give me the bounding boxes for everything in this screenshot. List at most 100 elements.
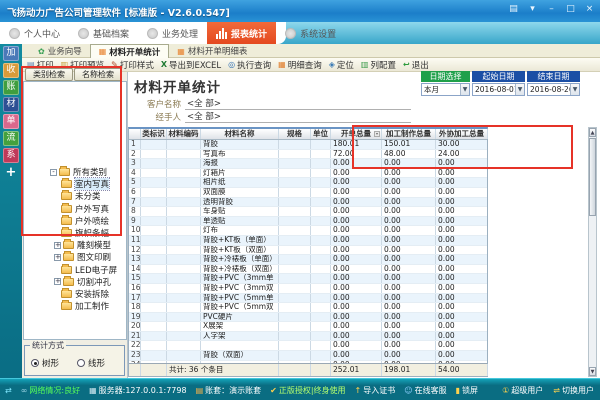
column-header-类标识[interactable]: 类标识 <box>141 129 167 139</box>
table-row[interactable]: 7透明背胶0.000.000.00 <box>129 198 487 208</box>
skin-icon[interactable]: ▾ <box>526 3 539 16</box>
status-导入证书[interactable]: ↑导入证书 <box>355 385 396 396</box>
date-select-2[interactable]: 2016-08-26▼ <box>527 83 580 96</box>
column-header-单位[interactable]: 单位 <box>311 129 331 139</box>
radio-label: 树形 <box>42 357 59 369</box>
table-row[interactable]: 8车身贴0.000.000.00 <box>129 207 487 217</box>
column-header-外协加工总量[interactable]: 外协加工总量 <box>436 129 488 139</box>
collapse-icon[interactable]: - <box>50 169 57 176</box>
toolbar-button-退出[interactable]: ↩退出 <box>403 59 429 71</box>
table-vertical-scrollbar[interactable]: ▲ ▼ <box>588 127 597 377</box>
column-header-rownum[interactable] <box>129 129 141 139</box>
radio-线形[interactable]: 线形 <box>77 357 105 369</box>
minimize-icon[interactable]: – <box>545 3 558 16</box>
process-qty-cell: 0.00 <box>382 207 436 216</box>
sort-indicator-icon[interactable]: ▾ <box>374 131 380 137</box>
nav-item-业务处理[interactable]: 业务处理 <box>138 22 207 44</box>
side-tab-系[interactable]: 系 <box>3 148 19 163</box>
table-row[interactable]: 10灯布0.000.000.00 <box>129 226 487 236</box>
expand-icon[interactable]: + <box>54 254 61 261</box>
table-cell <box>141 274 167 283</box>
table-row[interactable]: 19PVC硬片0.000.000.00 <box>129 313 487 323</box>
outsource-qty-cell: 0.00 <box>436 246 487 255</box>
status-超级用户[interactable]: ①超级用户 <box>502 385 543 396</box>
table-header-row[interactable]: 类标识材料编码材料名称规格单位开单总量▾加工制作总量外协加工总量 <box>129 129 487 140</box>
table-row[interactable]: 9单透贴0.000.000.00 <box>129 217 487 227</box>
close-icon[interactable]: × <box>583 3 596 16</box>
status-切换用户[interactable]: ⇌切换用户 <box>553 385 594 396</box>
chevron-down-icon[interactable]: ▼ <box>460 84 469 95</box>
status-服务器:127.0.0.1:7798[interactable]: ▦服务器:127.0.0.1:7798 <box>89 385 186 396</box>
side-tab-add[interactable]: + <box>3 165 19 180</box>
chevron-down-icon[interactable]: ▼ <box>570 84 579 95</box>
side-tab-单[interactable]: 单 <box>3 114 19 129</box>
table-row[interactable]: 16背胶+PVC（3mm双0.000.000.00 <box>129 284 487 294</box>
table-row[interactable]: 220.000.000.00 <box>129 341 487 351</box>
status-sync-icon[interactable]: ⇄ <box>5 386 12 395</box>
status-锁屏[interactable]: ▮锁屏 <box>456 385 478 396</box>
date-select-0[interactable]: 本月▼ <box>421 83 470 96</box>
date-select-1[interactable]: 2016-08-01▼ <box>472 83 525 96</box>
column-header-材料编码[interactable]: 材料编码 <box>167 129 201 139</box>
column-header-加工制作总量[interactable]: 加工制作总量 <box>382 129 436 139</box>
chevron-down-icon[interactable]: ▼ <box>515 84 524 95</box>
toolbar-button-明细查询[interactable]: ▦明细查询 <box>278 59 322 71</box>
status-网络情况:良好[interactable]: ∞网络情况:良好 <box>21 385 80 396</box>
side-tab-流[interactable]: 流 <box>3 131 19 146</box>
search-tab-类别检索[interactable]: 类别检索 <box>25 68 73 81</box>
table-cell <box>311 246 331 255</box>
table-row[interactable]: 14背胶+冷裱板（双面）0.000.000.00 <box>129 265 487 275</box>
side-tab-材[interactable]: 材 <box>3 97 19 112</box>
status-正版授权|终身使用[interactable]: ✔正版授权|终身使用 <box>270 385 345 396</box>
table-row[interactable]: 6双面膜0.000.000.00 <box>129 188 487 198</box>
tab-业务向导[interactable]: ✿业务向导 <box>30 44 90 58</box>
nav-item-基础档案[interactable]: 基础档案 <box>69 22 138 44</box>
table-row[interactable]: 13背胶+冷裱板（单面）0.000.000.00 <box>129 255 487 265</box>
process-qty-cell: 0.00 <box>382 284 436 293</box>
scroll-up-icon[interactable]: ▲ <box>589 128 596 137</box>
status-在线客服[interactable]: ☺在线客服 <box>404 385 446 396</box>
table-row[interactable]: 3海报0.000.000.00 <box>129 159 487 169</box>
outsource-qty-cell: 0.00 <box>436 255 487 264</box>
filter-value[interactable]: <全 部> <box>185 110 411 123</box>
table-row[interactable]: 1背胶180.01150.0130.00 <box>129 140 487 150</box>
page-icon[interactable]: ▤ <box>507 3 520 16</box>
expand-icon[interactable]: + <box>54 278 61 285</box>
table-row[interactable]: 5相片纸0.000.000.00 <box>129 178 487 188</box>
table-row[interactable]: 4灯箱片0.000.000.00 <box>129 169 487 179</box>
maximize-icon[interactable]: □ <box>564 3 577 16</box>
nav-item-系统设置[interactable]: 系统设置 <box>276 22 345 44</box>
table-row[interactable]: 20X展架0.000.000.00 <box>129 322 487 332</box>
table-row[interactable]: 15背胶+PVC（3mm单0.000.000.00 <box>129 274 487 284</box>
filter-value[interactable]: <全 部> <box>185 97 411 110</box>
column-header-规格[interactable]: 规格 <box>279 129 311 139</box>
tab-材料开单统计[interactable]: ▦材料开单统计 <box>90 44 170 58</box>
toolbar-button-定位[interactable]: ◈定位 <box>329 59 354 71</box>
scroll-down-icon[interactable]: ▼ <box>589 367 596 376</box>
table-row[interactable]: 2写真布72.0048.0024.00 <box>129 150 487 160</box>
scrollbar-thumb[interactable] <box>589 138 596 216</box>
search-tab-名称检索[interactable]: 名称检索 <box>74 68 122 81</box>
toolbar-button-导出到EXCEL[interactable]: X导出到EXCEL <box>161 59 221 71</box>
table-row[interactable]: 12背胶+KT板（双面）0.000.000.00 <box>129 246 487 256</box>
expand-icon[interactable]: + <box>54 242 61 249</box>
tab-材料开单明细表[interactable]: ▦材料开单明细表 <box>169 44 255 58</box>
toolbar-button-执行查询[interactable]: ◎执行查询 <box>228 59 271 71</box>
table-row[interactable]: 23背胶（双面）0.000.000.00 <box>129 351 487 361</box>
radio-树形[interactable]: 树形 <box>31 357 59 369</box>
table-row[interactable]: 17背胶+PVC（5mm单0.000.000.00 <box>129 294 487 304</box>
tree-item-label: 未分类 <box>75 190 101 202</box>
nav-item-个人中心[interactable]: 个人中心 <box>0 22 69 44</box>
side-tab-加[interactable]: 加 <box>3 46 19 61</box>
column-header-材料名称[interactable]: 材料名称 <box>201 129 279 139</box>
table-row[interactable]: 18背胶+PVC（5mm双0.000.000.00 <box>129 303 487 313</box>
status-账套：演示账套[interactable]: ▤账套：演示账套 <box>196 385 262 396</box>
side-tab-账[interactable]: 账 <box>3 80 19 95</box>
nav-item-报表统计[interactable]: 报表统计 <box>207 22 276 44</box>
side-tab-收[interactable]: 收 <box>3 63 19 78</box>
column-header-开单总量[interactable]: 开单总量▾ <box>331 129 382 139</box>
toolbar-button-列配置[interactable]: ▥列配置 <box>361 59 396 71</box>
outsource-qty-cell: 0.00 <box>436 341 487 350</box>
table-row[interactable]: 11背胶+KT板（单面）0.000.000.00 <box>129 236 487 246</box>
table-row[interactable]: 21人字架0.000.000.00 <box>129 332 487 342</box>
